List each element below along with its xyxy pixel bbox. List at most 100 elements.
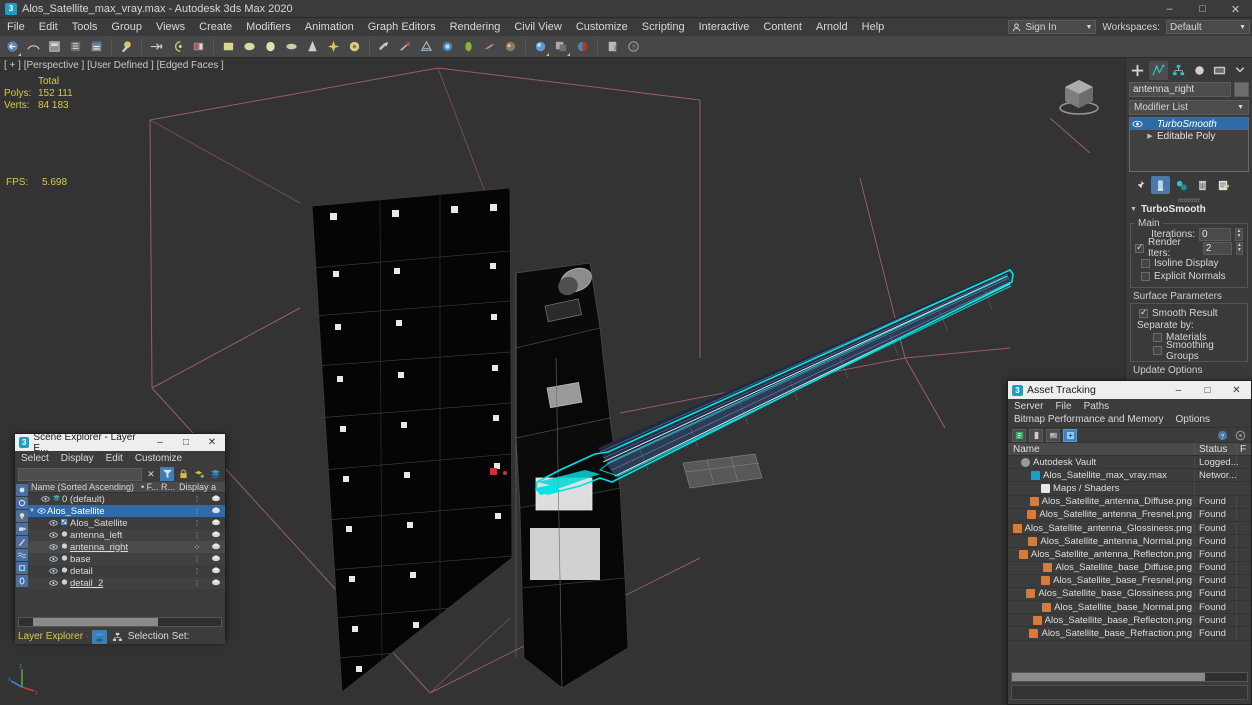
display-bones-icon[interactable] [16,562,28,574]
iterations-spinner[interactable]: ▲ ▼ [1235,227,1243,241]
render-cell[interactable] [207,506,225,517]
angle-snap-icon[interactable] [396,37,415,56]
use-center-icon[interactable] [324,37,343,56]
project-folder-icon[interactable]: 1 [603,37,622,56]
asset-tracking-menu-file[interactable]: File [1049,400,1077,413]
modifier-stack-item-editablepoly[interactable]: ▶ Editable Poly [1130,130,1248,142]
asset-tracking-rows[interactable]: Autodesk Vault Logged... Alos_Satellite_… [1008,456,1251,659]
modifier-stack-item-turbosmooth[interactable]: TurboSmooth [1130,118,1248,130]
object-color-swatch[interactable] [1234,82,1249,97]
scene-explorer-menu-edit[interactable]: Edit [100,453,129,464]
asset-tracking-menu-bitmap[interactable]: Bitmap Performance and Memory [1008,413,1170,426]
asset-tracking-maximize-button[interactable]: □ [1193,381,1222,399]
frozen-cell[interactable]: ⁞ [187,579,207,588]
display-lights-icon[interactable] [16,510,28,522]
scene-explorer-menu-customize[interactable]: Customize [129,453,188,464]
help-icon[interactable]: ? [1215,429,1229,442]
column-header-name[interactable]: Name (Sorted Ascending) [28,482,141,492]
menu-modifiers[interactable]: Modifiers [239,18,298,36]
spinner-snap-icon[interactable] [438,37,457,56]
scene-explorer-list[interactable]: Name (Sorted Ascending) • F... R... Disp… [28,482,225,615]
object-name-field[interactable]: antenna_right [1129,82,1231,97]
table-row[interactable]: Alos_Satellite_base_Normal.png Found [1008,601,1251,615]
menu-interactive[interactable]: Interactive [692,18,757,36]
render-frame-icon[interactable] [552,37,571,56]
scene-explorer-window[interactable]: 3 Scene Explorer - Layer E... – □ ✕ Sele… [14,432,226,644]
clear-search-icon[interactable]: ✕ [144,467,158,481]
configure-modifier-sets-icon[interactable] [1214,176,1233,194]
column-header-name[interactable]: Name [1008,443,1195,455]
scene-explorer-horizontal-scrollbar[interactable] [18,617,222,627]
show-end-result-icon[interactable] [1151,176,1170,194]
display-cameras-icon[interactable] [16,523,28,535]
smoothing-groups-checkbox[interactable] [1153,346,1162,355]
eye-icon[interactable] [48,542,59,553]
mirror-icon[interactable] [480,37,499,56]
asset-tracking-menu-paths[interactable]: Paths [1078,400,1116,413]
frozen-cell[interactable]: ⁞ [187,495,207,504]
render-cell[interactable] [207,530,225,541]
menu-animation[interactable]: Animation [298,18,361,36]
select-region-icon[interactable] [168,37,187,56]
scene-explorer-search-input[interactable] [18,467,142,481]
render-setup-icon[interactable] [531,37,550,56]
render-iters-field[interactable]: 2 [1202,241,1232,255]
pin-stack-icon[interactable] [1130,176,1149,194]
asset-tracking-titlebar[interactable]: 3 Asset Tracking – □ ✕ [1008,381,1251,399]
menu-file[interactable]: File [0,18,32,36]
select-all-icon[interactable] [16,484,28,496]
unlink-icon[interactable] [66,37,85,56]
menu-rendering[interactable]: Rendering [443,18,508,36]
render-cell[interactable] [207,518,225,529]
layers-toggle-icon[interactable] [91,629,107,644]
filter-icon[interactable] [160,467,174,481]
scene-explorer-maximize-button[interactable]: □ [173,434,199,451]
redo-icon[interactable] [24,37,43,56]
create-tab-icon[interactable] [1128,61,1148,80]
eye-icon[interactable] [48,554,59,565]
motion-tab-icon[interactable] [1190,61,1210,80]
select-move-icon[interactable] [219,37,238,56]
refresh-icon[interactable] [1063,428,1077,442]
table-row[interactable]: Alos_Satellite_antenna_Fresnel.png Found [1008,509,1251,522]
menu-edit[interactable]: Edit [32,18,65,36]
menu-views[interactable]: Views [149,18,192,36]
align-icon[interactable] [501,37,520,56]
render-cell[interactable] [207,554,225,565]
frozen-cell[interactable]: ⁞ [187,531,207,540]
frozen-cell[interactable]: ⁞ [187,507,207,516]
scene-explorer-titlebar[interactable]: 3 Scene Explorer - Layer E... – □ ✕ [15,432,225,454]
asset-tracking-horizontal-scrollbar[interactable] [1011,672,1248,682]
expand-arrow-icon[interactable]: ▼ [28,508,36,514]
bind-spacewarp-icon[interactable] [87,37,106,56]
expand-arrow-icon[interactable]: ▶ [1146,132,1154,140]
view-cube[interactable] [1051,72,1107,122]
eye-icon[interactable] [40,494,51,505]
menu-group[interactable]: Group [104,18,149,36]
table-row[interactable]: Maps / Shaders [1008,482,1251,496]
menu-tools[interactable]: Tools [65,18,105,36]
asset-tracking-window[interactable]: 3 Asset Tracking – □ ✕ Server File Paths… [1007,380,1252,705]
materials-checkbox[interactable] [1153,333,1162,342]
menu-create[interactable]: Create [192,18,239,36]
settings-icon[interactable] [1233,429,1247,442]
asset-tracking-menu-server[interactable]: Server [1008,400,1049,413]
column-header-frozen[interactable]: • F... [141,482,161,492]
percent-snap-icon[interactable] [417,37,436,56]
list-item[interactable]: Alos_Satellite ⁞ [28,517,225,529]
eye-icon[interactable] [48,518,59,529]
table-row[interactable]: Alos_Satellite_antenna_Normal.png Found [1008,535,1251,549]
menu-civil-view[interactable]: Civil View [507,18,568,36]
list-item[interactable]: ▼ Alos_Satellite ⁞ [28,505,225,517]
isoline-display-checkbox[interactable] [1141,259,1150,268]
select-object-icon[interactable] [117,37,136,56]
window-crossing-icon[interactable] [189,37,208,56]
list-item[interactable]: antenna_right ⁘ [28,541,225,553]
menu-scripting[interactable]: Scripting [635,18,692,36]
frozen-cell[interactable]: ⁞ [187,555,207,564]
select-scale-icon[interactable] [261,37,280,56]
scene-explorer-menu-display[interactable]: Display [55,453,100,464]
render-cell[interactable] [207,578,225,589]
undo-icon[interactable] [3,37,22,56]
table-row[interactable]: Alos_Satellite_base_Diffuse.png Found [1008,562,1251,575]
